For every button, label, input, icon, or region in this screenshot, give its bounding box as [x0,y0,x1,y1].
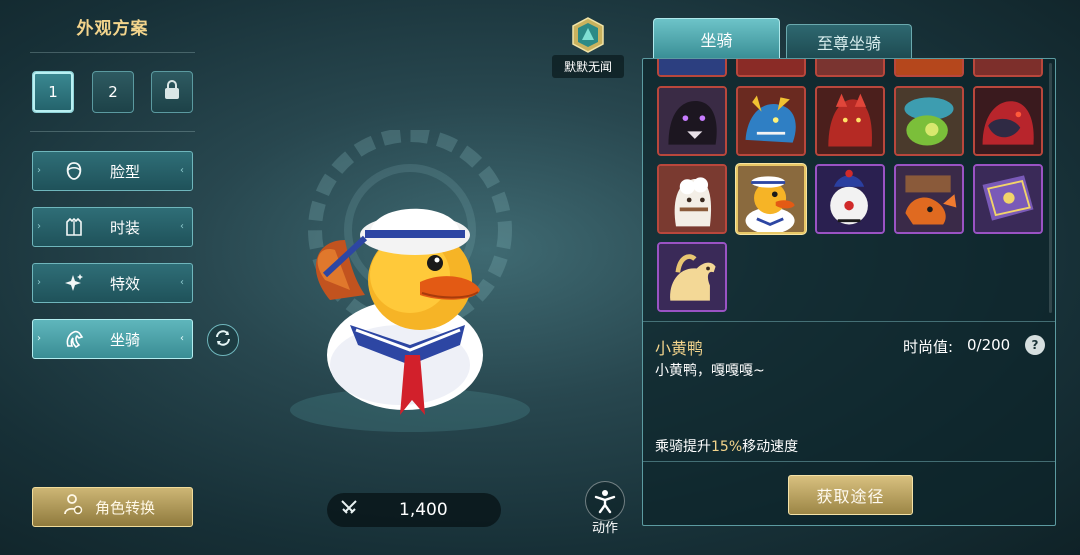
fashion-value: 0/200 [967,336,1011,354]
guild-emblem-icon [569,16,607,54]
mount-bonus-suffix: 移动速度 [742,439,799,455]
action-label: 动作 [591,521,618,536]
mount-slot-red-beast[interactable] [815,86,885,156]
chevron-left-icon: ‹ [180,277,184,288]
mount-name: 小黄鸭 [655,339,704,358]
chevron-right-icon: › [37,221,41,232]
mount-slot-alpaca[interactable] [657,164,727,234]
mount-slot-yellow-duck[interactable] [736,164,806,234]
crossed-swords-icon [339,498,359,522]
player-badge[interactable]: 默默无闻 [552,16,624,78]
mount-slot-partial-2[interactable] [736,59,806,77]
mount-bonus: 乘骑提升15%移动速度 [655,436,798,456]
scheme-slot-1[interactable]: 1 [32,71,74,113]
mount-slot-partial-1[interactable] [657,59,727,77]
chevron-left-icon: ‹ [180,165,184,176]
menu-face-label: 脸型 [110,162,141,181]
refresh-button[interactable] [207,324,239,356]
menu-outfit[interactable]: › 时装 ‹ [32,207,193,247]
divider [30,131,195,132]
divider [643,461,1055,462]
mount-slot-boar[interactable] [973,86,1043,156]
tab-mount[interactable]: 坐骑 [653,18,780,58]
refresh-icon [214,329,232,351]
chevron-left-icon: ‹ [180,333,184,344]
outfit-icon [63,216,85,238]
mount-slot-partial-5[interactable] [973,59,1043,77]
mount-preview[interactable] [270,128,570,450]
mount-icon [63,328,85,350]
scheme-slot-locked[interactable] [151,71,193,113]
mount-slot-dragon[interactable] [736,86,806,156]
divider [30,52,195,53]
fashion-value-label: 时尚值: [903,338,954,356]
menu-mount[interactable]: › 坐骑 ‹ [32,319,193,359]
combat-power-display: 1,400 [327,493,501,527]
character-icon [63,494,83,520]
mount-grid[interactable] [643,59,1055,321]
role-switch-button[interactable]: 角色转换 [32,487,193,527]
menu-effects[interactable]: › 特效 ‹ [32,263,193,303]
menu-effects-label: 特效 [110,274,141,293]
sparkle-icon [63,272,85,294]
mount-slot-crab[interactable] [894,164,964,234]
mount-bonus-prefix: 乘骑提升 [655,439,711,455]
mount-panel: 小黄鸭 时尚值: 0/200 ? 小黄鸭，嘎嘎嘎~ 乘骑提升15%移动速度 获取… [642,58,1056,526]
chevron-right-icon: › [37,165,41,176]
mount-slot-clown[interactable] [815,164,885,234]
combat-power-value: 1,400 [399,500,448,520]
mount-slot-partial-3[interactable] [815,59,885,77]
divider [643,321,1055,322]
appearance-scheme-title: 外观方案 [76,19,149,39]
mount-slot-partial-4[interactable] [894,59,964,77]
scheme-slot-2[interactable]: 2 [92,71,134,113]
face-icon [63,160,85,182]
mount-description: 小黄鸭，嘎嘎嘎~ [655,363,765,379]
help-button[interactable]: ? [1025,335,1045,355]
mount-slot-flying-carpet[interactable] [973,164,1043,234]
obtain-method-button[interactable]: 获取途径 [788,475,913,515]
menu-mount-label: 坐骑 [110,330,141,349]
chevron-left-icon: ‹ [180,221,184,232]
role-switch-label: 角色转换 [95,498,156,517]
chevron-right-icon: › [37,333,41,344]
pose-icon [585,481,625,521]
lock-icon [163,80,181,104]
menu-face[interactable]: › 脸型 ‹ [32,151,193,191]
mount-bonus-value: 15% [711,439,743,455]
mount-slot-panther[interactable] [657,86,727,156]
mount-slot-camel[interactable] [657,242,727,312]
tab-supreme-mount[interactable]: 至尊坐骑 [786,24,912,58]
player-name: 默默无闻 [552,55,624,78]
menu-outfit-label: 时装 [110,218,141,237]
mount-slot-turtle[interactable] [894,86,964,156]
action-button[interactable]: 动作 [583,481,627,536]
grid-scrollbar[interactable] [1049,63,1052,313]
chevron-right-icon: › [37,277,41,288]
